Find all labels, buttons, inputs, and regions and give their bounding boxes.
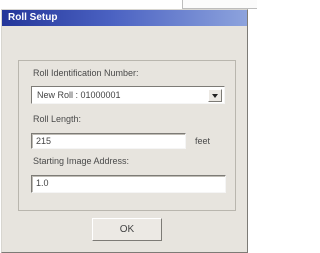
roll-id-value: New Roll : 01000001 <box>37 90 121 100</box>
roll-length-input[interactable]: 215 <box>31 133 186 149</box>
ok-button-label: OK <box>119 224 135 235</box>
background-window-edge <box>182 0 257 9</box>
dialog-titlebar[interactable]: Roll Setup <box>2 10 247 26</box>
roll-id-dropdown-button[interactable] <box>208 89 222 102</box>
ok-button[interactable]: OK <box>92 218 162 241</box>
roll-setup-dialog: Roll Setup Roll Identification Number: N… <box>1 9 248 253</box>
chevron-down-icon <box>212 94 218 98</box>
roll-length-unit: feet <box>195 136 211 146</box>
roll-id-label: Roll Identification Number: <box>33 68 139 78</box>
roll-id-select[interactable]: New Roll : 01000001 <box>31 86 225 104</box>
dialog-content: Roll Identification Number: New Roll : 0… <box>2 26 247 252</box>
dialog-title: Roll Setup <box>8 12 58 23</box>
starting-image-address-label: Starting Image Address: <box>33 156 130 166</box>
starting-image-address-input[interactable]: 1.0 <box>31 175 226 193</box>
desktop-background: Roll Setup Roll Identification Number: N… <box>0 0 257 253</box>
roll-length-label: Roll Length: <box>33 114 82 124</box>
